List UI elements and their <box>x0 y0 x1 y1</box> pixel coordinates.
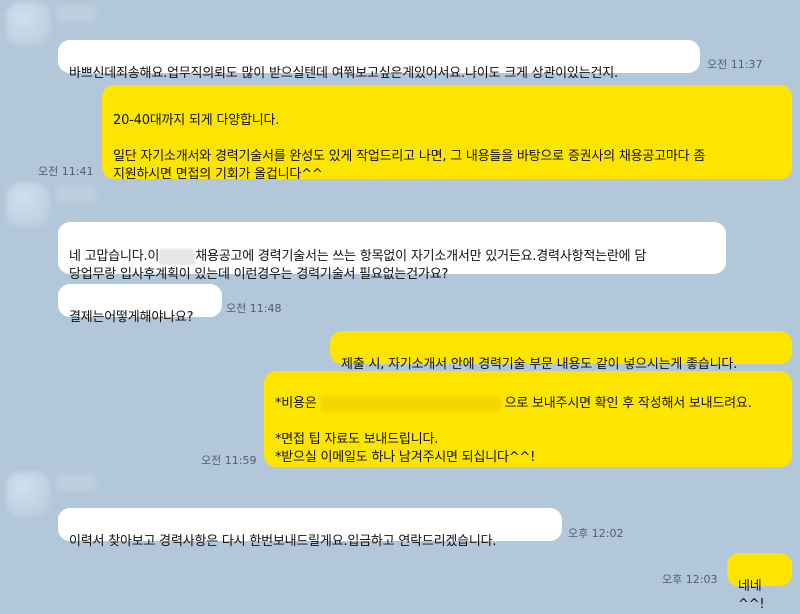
message-bubble-incoming[interactable]: 결제는어떻게해야나요? <box>58 284 222 325</box>
contact-avatar[interactable] <box>6 472 50 516</box>
message-text: 네 고맙습니다.이 <box>69 249 160 264</box>
message-text: 20-40대까지 되게 다양합니다. 일단 자기소개서와 경력기술서를 완성도 … <box>113 113 706 182</box>
message-text: 바쁘신데죄송해요.업무직의뢰도 많이 받으실텐데 여쭤보고싶은게있어서요.나이도… <box>69 66 618 81</box>
contact-name <box>56 186 96 202</box>
message-bubble-outgoing[interactable]: *비용은 으로 보내주시면 확인 후 작성해서 보내드려요. *면접 팁 자료도 보… <box>264 371 792 467</box>
message-time: 오전 11:59 <box>201 454 257 467</box>
message-text: 네네^^! <box>738 579 765 612</box>
message-time: 오후 12:03 <box>662 573 718 586</box>
message-text: *비용은 <box>275 396 317 411</box>
message-bubble-incoming[interactable]: 이력서 찾아보고 경력사항은 다시 한번보내드릴게요.입금하고 연락드리겠습니다… <box>58 508 562 549</box>
message-bubble-outgoing[interactable]: 20-40대까지 되게 다양합니다. 일단 자기소개서와 경력기술서를 완성도 … <box>102 85 792 182</box>
message-text: *면접 팁 자료도 보내드립니다. *받으실 이메일도 하나 남겨주시면 되십니… <box>275 432 536 465</box>
redacted-text <box>159 248 196 265</box>
message-bubble-outgoing[interactable]: 제출 시, 자기소개서 안에 경력기술 부문 내용도 같이 넣으시는게 좋습니다… <box>330 331 792 372</box>
message-text: 으로 보내주시면 확인 후 작성해서 보내드려요. <box>504 396 752 411</box>
contact-name <box>56 5 96 21</box>
message-bubble-outgoing[interactable]: 네네^^! <box>727 553 792 612</box>
message-bubble-incoming[interactable]: 네 고맙습니다.이 채용공고에 경력기술서는 쓰는 항목없이 자기소개서만 있거든… <box>58 222 726 282</box>
message-time: 오전 11:41 <box>38 165 94 178</box>
redacted-text <box>320 395 501 412</box>
message-time: 오후 12:02 <box>568 527 624 540</box>
contact-name <box>56 475 96 491</box>
message-time: 오전 11:37 <box>707 58 763 71</box>
message-time: 오전 11:48 <box>226 302 282 315</box>
message-text: 결제는어떻게해야나요? <box>69 310 194 325</box>
message-bubble-incoming[interactable]: 바쁘신데죄송해요.업무직의뢰도 많이 받으실텐데 여쭤보고싶은게있어서요.나이도… <box>58 40 700 81</box>
contact-avatar[interactable] <box>6 183 50 227</box>
message-text: 이력서 찾아보고 경력사항은 다시 한번보내드릴게요.입금하고 연락드리겠습니다… <box>69 534 497 549</box>
message-text: 제출 시, 자기소개서 안에 경력기술 부문 내용도 같이 넣으시는게 좋습니다… <box>341 357 738 372</box>
contact-avatar[interactable] <box>6 2 50 46</box>
